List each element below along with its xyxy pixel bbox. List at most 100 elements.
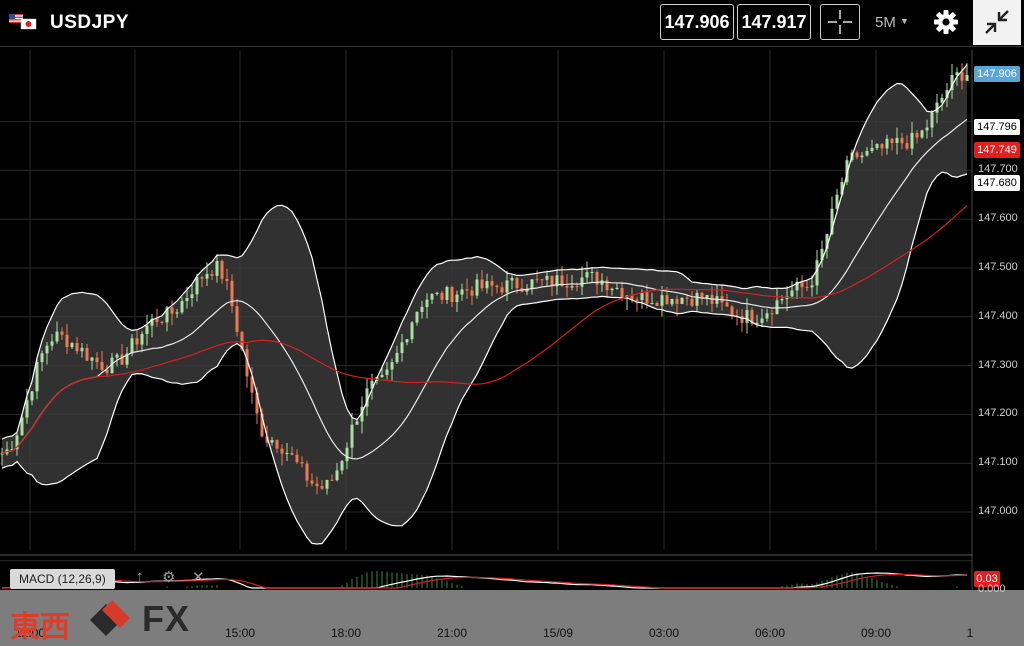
time-axis-label: 03:00 [648,626,680,640]
candle-body [575,286,579,288]
candle-body [55,331,59,342]
moving-average-tag: 147.749 [974,142,1020,158]
macd-indicator-label[interactable]: MACD (12,26,9) [10,569,115,589]
remove-indicator-icon[interactable]: ✕ [192,568,205,586]
candle-body [510,278,514,281]
candle-body [380,374,384,378]
candle-body [585,272,589,278]
candle-body [885,138,889,149]
collapse-icon [985,10,1009,34]
sell-price-button[interactable]: 147.906 [660,4,734,40]
candle-body [685,297,689,299]
candle-body [275,440,279,449]
crosshair-icon [828,10,852,34]
candle-body [285,452,289,454]
time-axis-label: 06:00 [754,626,786,640]
candle-body [35,362,39,392]
candle-body [160,321,164,323]
logo-fx: FX [142,598,191,639]
candle-body [85,347,89,361]
candle-body [40,353,44,363]
candle-body [190,294,194,299]
candle-body [415,311,419,323]
candle-body [490,281,494,286]
candle-body [175,312,179,314]
candle-body [410,322,414,340]
candle-body [670,298,674,305]
candle-body [690,298,694,306]
buy-price-button[interactable]: 147.917 [737,4,811,40]
candle-body [420,306,424,312]
time-axis-label: 1 [966,626,974,640]
candle-body [170,307,174,314]
time-axis-label: 15/09 [542,626,574,640]
collapse-button[interactable] [973,0,1021,45]
candle-body [235,306,239,332]
candle-body [815,260,819,286]
candle-body [455,294,459,302]
candle-body [550,275,554,287]
price-axis-label: 147.000 [978,505,1018,517]
candle-body [280,448,284,454]
candle-body [675,298,679,304]
candle-body [475,279,479,296]
candle-body [25,400,29,418]
candle-body [615,287,619,289]
candle-body [135,338,139,345]
candle-body [90,357,94,361]
candle-body [540,279,544,281]
candle-body [730,306,734,316]
candle-body [535,279,539,281]
gear-icon[interactable] [930,6,962,38]
candle-body [745,310,749,323]
candle-body [100,362,104,370]
candle-body [760,318,764,323]
candle-body [855,152,859,158]
candle-body [915,132,919,138]
candle-body [765,313,769,319]
candle-body [230,280,234,307]
lower-band-tag: 147.680 [974,175,1020,191]
candle-body [780,299,784,301]
candle-body [440,292,444,300]
candle-body [390,362,394,370]
timeframe-dropdown[interactable]: 5M ▼ [875,14,909,31]
candle-body [300,462,304,464]
candle-body [875,144,879,149]
candle-body [155,318,159,322]
candle-body [295,454,299,463]
candle-body [865,150,869,156]
upper-band-tag: 147.796 [974,119,1020,135]
candle-body [385,369,389,375]
candle-body [655,303,659,306]
price-chart[interactable] [0,47,1024,590]
candle-body [70,343,74,348]
candle-body [930,112,934,128]
candle-body [895,137,899,143]
candle-body [620,287,624,298]
time-axis-label: 21:00 [436,626,468,640]
crosshair-button[interactable] [820,4,860,40]
candle-body [465,289,469,291]
price-axis-label: 147.700 [978,163,1018,176]
candle-body [790,290,794,297]
time-axis-label: 15:00 [224,626,256,640]
price-axis-label: 147.600 [978,212,1018,225]
candle-body [470,290,474,296]
indicator-settings-icon[interactable]: ⚙ [162,568,175,586]
candle-body [400,342,404,353]
move-up-icon[interactable]: ↑ [136,568,144,585]
top-bar: USDJPY 147.906 147.917 5M ▼ [0,0,1024,46]
candle-body [805,287,809,289]
candle-body [965,75,969,81]
candle-body [660,295,664,306]
candle-body [80,347,84,352]
candle-body [640,292,644,301]
candle-body [925,127,929,131]
candle-body [140,333,144,345]
candle-body [395,352,399,363]
current-price-tag: 147.906 [974,66,1020,82]
symbol-title[interactable]: USDJPY [50,12,129,34]
candle-body [680,297,684,304]
candle-body [305,463,309,481]
